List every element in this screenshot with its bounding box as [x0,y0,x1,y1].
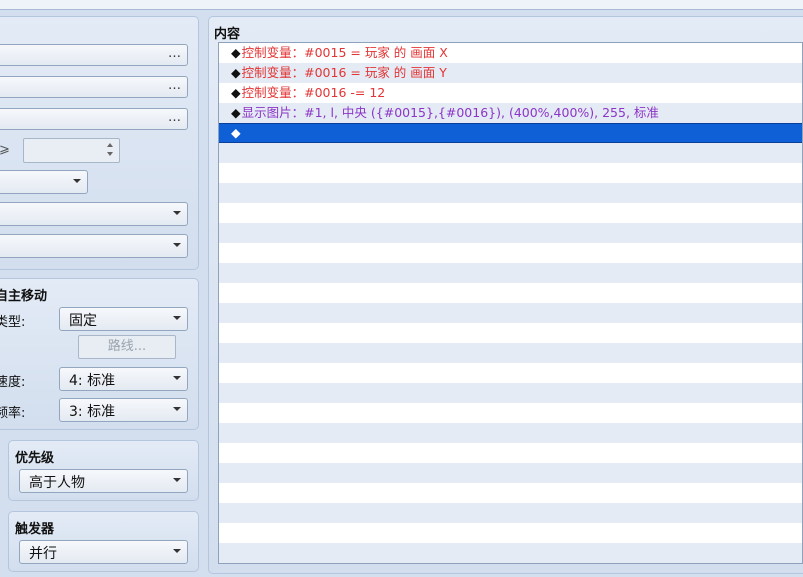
command-diamond: ◆ [231,105,241,120]
empty-row [219,383,802,403]
trigger-panel: 触发器 并行 [8,511,199,572]
empty-row [219,523,802,543]
spin-up-icon[interactable] [107,143,113,147]
empty-row [219,263,802,283]
command-row[interactable]: ◆控制变量：#0016 = 玩家 的 画面 Y [219,63,802,83]
condition-variable-field[interactable]: … [0,108,188,130]
chevron-down-icon [173,478,181,482]
empty-row [219,243,802,263]
conditions-panel: … … … ⩾ [0,16,199,270]
type-dropdown[interactable]: 固定 [59,307,188,331]
command-diamond: ◆ [231,45,241,60]
empty-row [219,483,802,503]
autonomous-movement-title: 自主移动 [0,289,48,304]
command-row[interactable]: ◆显示图片：#1, l, 中央 ({#0015},{#0016}), (400%… [219,103,802,123]
chevron-down-icon [73,179,81,183]
top-strip [0,0,803,10]
empty-row [219,283,802,303]
command-list[interactable]: ◆控制变量：#0015 = 玩家 的 画面 X ◆控制变量：#0016 = 玩家… [218,42,803,564]
speed-dropdown[interactable]: 4: 标准 [59,367,188,391]
command-text: 控制变量：#0015 = 玩家 的 画面 X [241,45,448,60]
empty-row [219,343,802,363]
condition-switch2-field[interactable]: … [0,76,188,98]
autonomous-movement-panel: 自主移动 类型: 固定 路线... 速度: 4: 标准 频率: 3: 标准 [0,278,199,430]
type-value: 固定 [69,313,97,329]
priority-title: 优先级 [15,451,55,466]
empty-row [219,563,802,564]
chevron-down-icon [173,549,181,553]
chevron-down-icon [173,243,181,247]
chevron-down-icon [173,376,181,380]
empty-row [219,163,802,183]
empty-row [219,463,802,483]
content-title: 内容 [214,27,241,42]
empty-row [219,503,802,523]
type-label: 类型: [0,315,26,330]
variable-value-spinner[interactable] [23,138,120,163]
browse-dots[interactable]: … [168,110,181,125]
empty-row [219,203,802,223]
empty-row [219,223,802,243]
empty-row [219,423,802,443]
frequency-dropdown[interactable]: 3: 标准 [59,398,188,422]
command-row-selected[interactable]: ◆ [219,123,802,143]
priority-dropdown[interactable]: 高于人物 [19,469,188,493]
command-text: 控制变量：#0016 -= 12 [241,85,386,100]
empty-row [219,303,802,323]
speed-label: 速度: [0,375,26,390]
priority-panel: 优先级 高于人物 [8,440,199,501]
empty-row [219,323,802,343]
compare-symbol: ⩾ [0,142,10,157]
priority-value: 高于人物 [29,475,85,491]
trigger-title: 触发器 [15,522,55,537]
empty-row [219,543,802,563]
trigger-dropdown[interactable]: 并行 [19,540,188,564]
speed-value: 4: 标准 [69,373,116,389]
condition-switch1-field[interactable]: … [0,44,188,66]
empty-row [219,443,802,463]
chevron-down-icon [173,211,181,215]
frequency-value: 3: 标准 [69,404,116,420]
browse-dots[interactable]: … [168,78,181,93]
empty-row [219,403,802,423]
route-button[interactable]: 路线... [78,335,176,359]
command-diamond: ◆ [231,85,241,100]
command-row[interactable]: ◆控制变量：#0016 -= 12 [219,83,802,103]
trigger-value: 并行 [29,546,57,562]
frequency-label: 频率: [0,406,26,421]
empty-row [219,363,802,383]
item-dropdown[interactable] [0,202,188,226]
command-diamond: ◆ [231,125,241,140]
chevron-down-icon [173,316,181,320]
empty-row [219,183,802,203]
browse-dots[interactable]: … [168,46,181,61]
command-row[interactable]: ◆控制变量：#0015 = 玩家 的 画面 X [219,43,802,63]
self-switch-dropdown[interactable] [0,170,88,194]
spin-down-icon[interactable] [107,152,113,156]
actor-dropdown[interactable] [0,234,188,258]
command-text: 显示图片：#1, l, 中央 ({#0015},{#0016}), (400%,… [241,105,659,120]
command-diamond: ◆ [231,65,241,80]
chevron-down-icon [173,407,181,411]
command-text: 控制变量：#0016 = 玩家 的 画面 Y [241,65,447,80]
empty-row [219,143,802,163]
